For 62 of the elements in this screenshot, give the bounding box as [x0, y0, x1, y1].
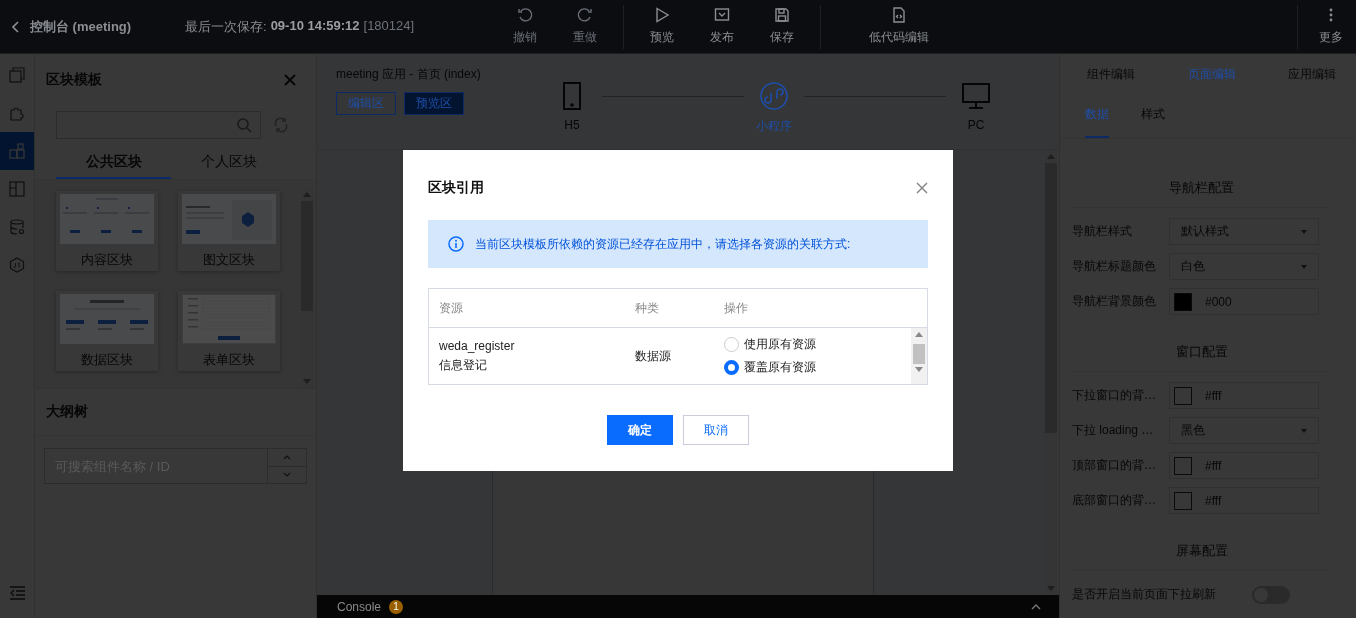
caret-icon	[1301, 264, 1307, 269]
js-icon	[9, 257, 25, 273]
search-field[interactable]	[56, 111, 261, 139]
layout-icon	[9, 181, 25, 197]
undo-icon	[517, 7, 533, 23]
windows-icon	[9, 67, 25, 83]
chevron-down-icon	[283, 471, 291, 478]
caret-icon	[1301, 229, 1307, 234]
play-icon	[654, 7, 670, 23]
confirm-button[interactable]: 确定	[607, 415, 673, 445]
cancel-button[interactable]: 取消	[683, 415, 749, 445]
column-header: 资源	[439, 299, 464, 317]
back-icon[interactable]	[12, 20, 20, 33]
console-bar[interactable]: Console 1	[317, 595, 1059, 618]
preview-button[interactable]: 预览	[632, 7, 692, 46]
version-text: [180124]	[363, 17, 415, 35]
more-icon	[1329, 7, 1333, 23]
notice-text: 当前区块模板所依赖的资源已经存在应用中，请选择各资源的关联方式:	[475, 235, 851, 253]
caret-icon[interactable]	[1031, 603, 1041, 610]
more-button[interactable]: 更多	[1306, 7, 1356, 46]
console-link[interactable]: 控制台 (meeting)	[30, 17, 132, 36]
redo-icon	[577, 7, 593, 23]
close-icon[interactable]	[284, 74, 296, 86]
editor-tab[interactable]: 页面编辑	[1187, 66, 1236, 83]
radio-option[interactable]: 使用原有资源	[724, 336, 911, 353]
column-header: 种类	[635, 299, 660, 317]
caret-icon	[1301, 428, 1307, 433]
database-icon	[9, 219, 25, 235]
save-status-label: 最后一次保存:	[185, 17, 267, 36]
radio-option[interactable]: 覆盖原有资源	[724, 359, 911, 376]
color-swatch[interactable]	[1174, 386, 1192, 405]
chevron-up-icon	[283, 454, 291, 461]
save-button[interactable]: 保存	[752, 7, 812, 46]
code-file-icon	[891, 7, 907, 23]
console-label: Console	[337, 599, 382, 614]
puzzle-icon	[9, 105, 25, 121]
scrollbar[interactable]	[911, 328, 927, 384]
mode-button[interactable]: 编辑区	[336, 92, 396, 115]
code-button[interactable]: 低代码编辑	[829, 7, 969, 46]
resource-title: 信息登记	[439, 356, 488, 374]
monitor-icon	[961, 82, 991, 110]
dialog-title: 区块引用	[428, 179, 484, 197]
color-swatch[interactable]	[1174, 292, 1192, 311]
color-swatch[interactable]	[1174, 491, 1192, 510]
search-icon[interactable]	[236, 117, 252, 133]
blocks-icon	[9, 143, 25, 159]
device-tab[interactable]: 小程序	[744, 82, 804, 135]
close-icon[interactable]	[916, 182, 928, 194]
publish-button[interactable]: 发布	[692, 7, 752, 46]
resource-name: weda_register	[439, 338, 516, 353]
mini-program-icon	[759, 82, 789, 110]
mode-button[interactable]: 预览区	[404, 92, 464, 115]
color-swatch[interactable]	[1174, 456, 1192, 475]
info-icon	[448, 236, 464, 252]
inbox-icon	[714, 7, 730, 23]
save-time: 09-10 14:59:12	[270, 17, 360, 35]
resource-type: 数据源	[635, 347, 672, 365]
collapse-icon[interactable]	[9, 586, 25, 600]
settings-tab[interactable]: 数据	[1085, 106, 1109, 138]
column-header: 操作	[724, 299, 749, 317]
error-count-badge: 1	[389, 599, 404, 614]
blocks-tab[interactable]	[0, 132, 34, 170]
